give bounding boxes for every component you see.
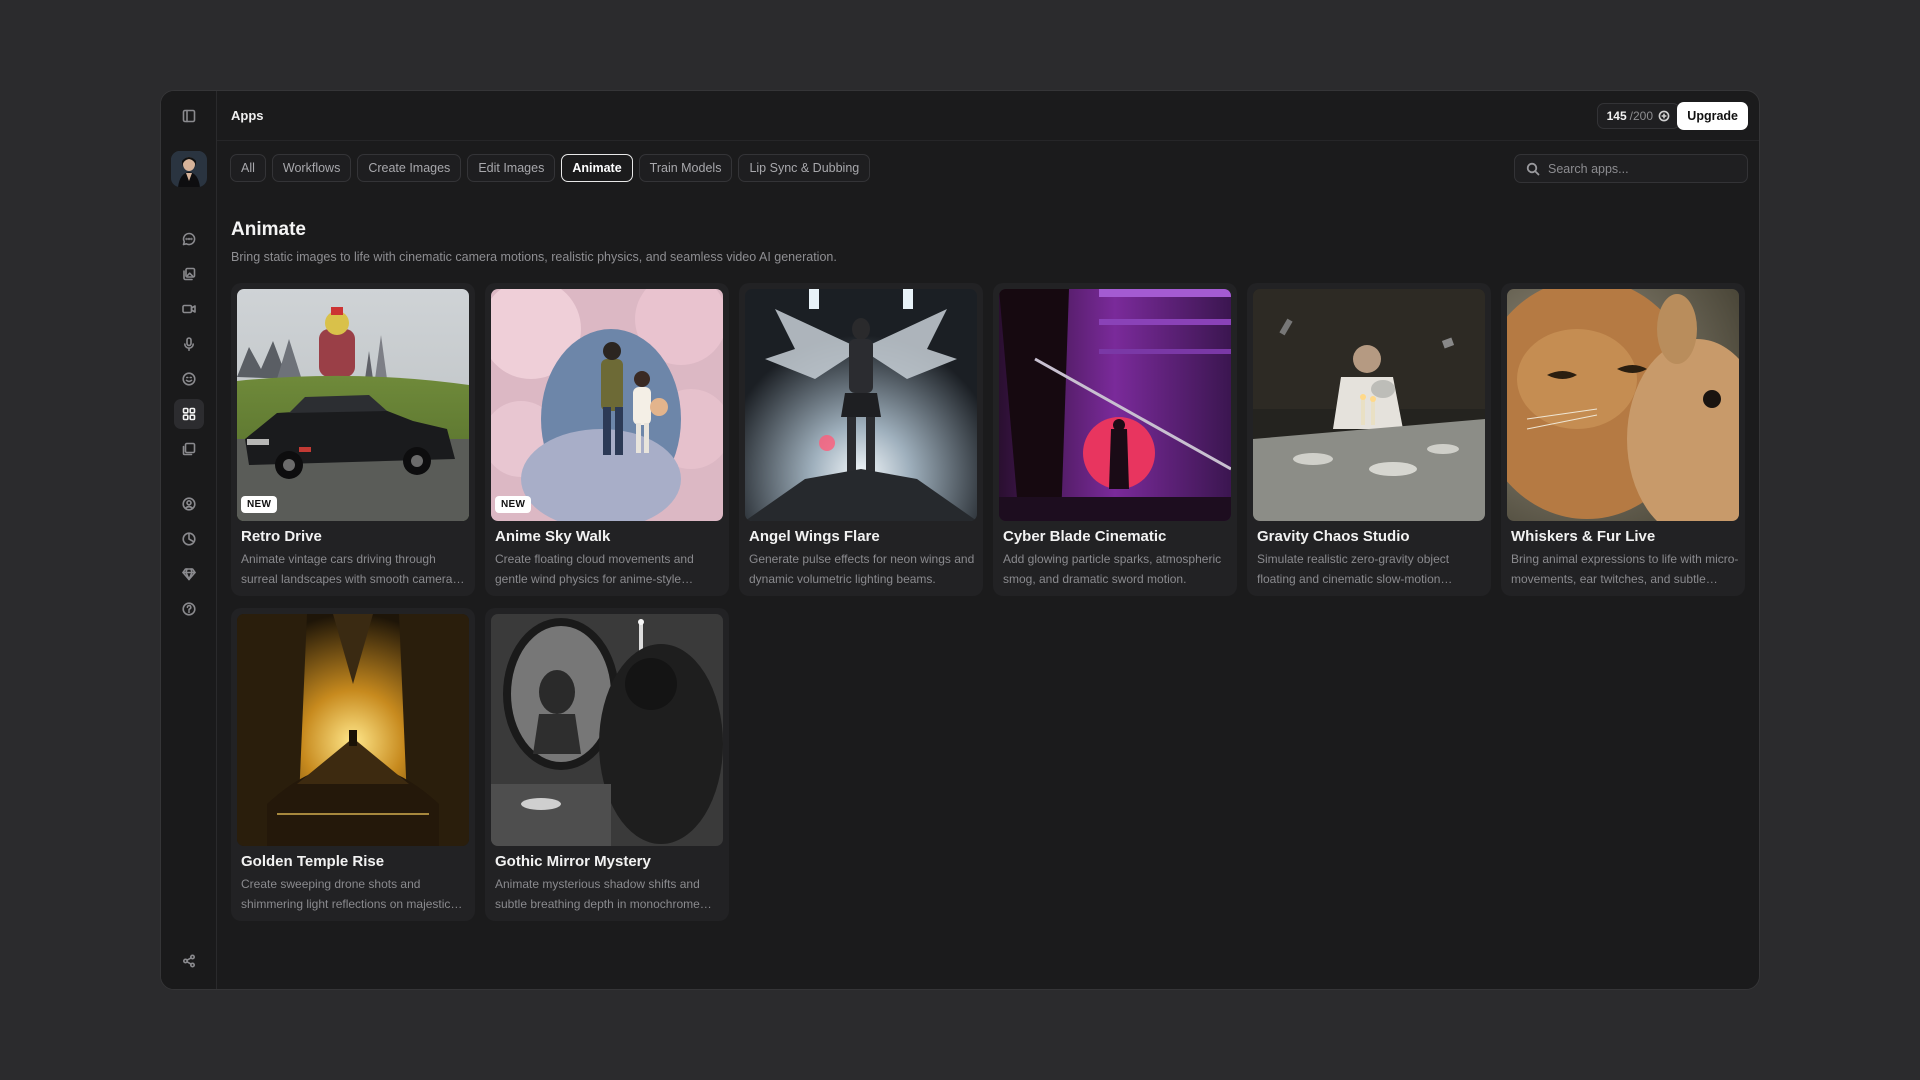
page-title: Apps bbox=[231, 108, 264, 123]
new-badge: NEW bbox=[495, 496, 532, 513]
user-icon[interactable] bbox=[174, 489, 204, 519]
tab-create-images[interactable]: Create Images bbox=[357, 154, 462, 182]
sidebar bbox=[161, 91, 217, 989]
card-description: Simulate realistic zero-gravity object f… bbox=[1257, 552, 1450, 586]
credits-total: /200 bbox=[1629, 109, 1653, 123]
images-icon[interactable] bbox=[174, 259, 204, 289]
gallery-icon[interactable] bbox=[174, 434, 204, 464]
app-card-gothic-mirror-mystery[interactable]: Gothic Mirror Mystery Animate mysterious… bbox=[485, 608, 729, 921]
app-card-golden-temple-rise[interactable]: Golden Temple Rise Create sweeping drone… bbox=[231, 608, 475, 921]
card-description: Animate mysterious shadow shifts and sub… bbox=[495, 877, 700, 911]
tab-all[interactable]: All bbox=[230, 154, 266, 182]
card-title: Golden Temple Rise bbox=[241, 853, 385, 870]
search-icon bbox=[1526, 162, 1540, 175]
golden-temple-rise-thumbnail bbox=[237, 614, 469, 846]
coin-icon bbox=[1658, 110, 1670, 122]
whiskers-fur-live-thumbnail bbox=[1507, 289, 1739, 521]
app-card-angel-wings-flare[interactable]: Angel Wings Flare Generate pulse effects… bbox=[739, 283, 983, 596]
card-description: Bring animal expressions to life with mi… bbox=[1511, 552, 1739, 586]
card-description: Create floating cloud movements and gent… bbox=[495, 552, 694, 586]
new-badge: NEW bbox=[241, 496, 278, 513]
section-description: Bring static images to life with cinemat… bbox=[231, 250, 837, 264]
microphone-icon[interactable] bbox=[174, 329, 204, 359]
tab-edit-images[interactable]: Edit Images bbox=[467, 154, 556, 182]
card-description: Animate vintage cars driving through sur… bbox=[241, 552, 453, 586]
card-title: Gothic Mirror Mystery bbox=[495, 853, 651, 870]
cyber-blade-cinematic-thumbnail bbox=[999, 289, 1231, 521]
history-icon[interactable] bbox=[174, 524, 204, 554]
gothic-mirror-mystery-thumbnail bbox=[491, 614, 723, 846]
card-title: Cyber Blade Cinematic bbox=[1003, 528, 1167, 545]
section-title: Animate bbox=[231, 219, 306, 240]
card-description: Add glowing particle sparks, atmospheric… bbox=[1003, 552, 1222, 586]
card-description: Generate pulse effects for neon wings an… bbox=[749, 552, 975, 586]
apps-grid-icon[interactable] bbox=[174, 399, 204, 429]
anime-sky-walk-thumbnail bbox=[491, 289, 723, 521]
app-card-gravity-chaos-studio[interactable]: Gravity Chaos Studio Simulate realistic … bbox=[1247, 283, 1491, 596]
retro-drive-thumbnail bbox=[237, 289, 469, 521]
category-tabs: All Workflows Create Images Edit Images … bbox=[230, 154, 871, 182]
gravity-chaos-studio-thumbnail bbox=[1253, 289, 1485, 521]
topbar: Apps 145/200 Upgrade bbox=[217, 91, 1759, 141]
chat-icon[interactable] bbox=[174, 224, 204, 254]
card-title: Anime Sky Walk bbox=[495, 528, 611, 545]
app-card-retro-drive[interactable]: NEW Retro Drive Animate vintage cars dri… bbox=[231, 283, 475, 596]
app-card-cyber-blade-cinematic[interactable]: Cyber Blade Cinematic Add glowing partic… bbox=[993, 283, 1237, 596]
avatar[interactable] bbox=[171, 151, 207, 187]
card-description: Create sweeping drone shots and shimmeri… bbox=[241, 877, 451, 911]
credits-used: 145 bbox=[1606, 109, 1627, 123]
app-window: Apps 145/200 Upgrade All Workflows Creat… bbox=[160, 90, 1760, 990]
panel-toggle-icon[interactable] bbox=[174, 101, 204, 131]
card-title: Angel Wings Flare bbox=[749, 528, 880, 545]
tab-animate[interactable]: Animate bbox=[561, 154, 633, 182]
app-card-anime-sky-walk[interactable]: NEW Anime Sky Walk Create floating cloud… bbox=[485, 283, 729, 596]
search-input[interactable] bbox=[1548, 161, 1747, 176]
diamond-icon[interactable] bbox=[174, 559, 204, 589]
video-icon[interactable] bbox=[174, 294, 204, 324]
card-title: Retro Drive bbox=[241, 528, 322, 545]
angel-wings-flare-thumbnail bbox=[745, 289, 977, 521]
upgrade-button[interactable]: Upgrade bbox=[1677, 102, 1748, 130]
card-title: Whiskers & Fur Live bbox=[1511, 528, 1656, 545]
face-icon[interactable] bbox=[174, 364, 204, 394]
card-title: Gravity Chaos Studio bbox=[1257, 528, 1410, 545]
search-box[interactable] bbox=[1514, 154, 1748, 183]
share-icon[interactable] bbox=[174, 946, 204, 976]
tab-lip-sync-dubbing[interactable]: Lip Sync & Dubbing bbox=[738, 154, 871, 182]
help-icon[interactable] bbox=[174, 594, 204, 624]
credits-counter[interactable]: 145/200 bbox=[1596, 103, 1680, 129]
tab-workflows[interactable]: Workflows bbox=[271, 154, 352, 182]
app-card-whiskers-fur-live[interactable]: Whiskers & Fur Live Bring animal express… bbox=[1501, 283, 1745, 596]
tab-train-models[interactable]: Train Models bbox=[638, 154, 733, 182]
